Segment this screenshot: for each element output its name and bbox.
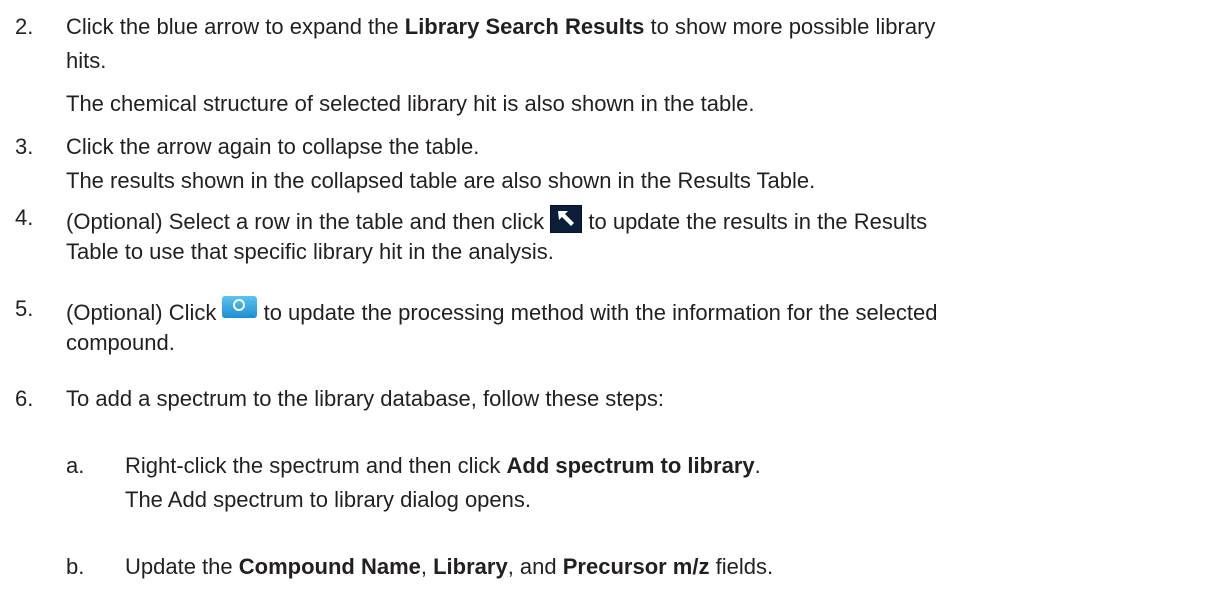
step-text-line: (Optional) Select a row in the table and… — [66, 205, 927, 235]
add-spectrum-to-library-label: Add spectrum to library — [506, 453, 755, 478]
step-text-line: compound. — [66, 330, 175, 355]
step-text-line: To add a spectrum to the library databas… — [66, 386, 664, 411]
step-text-line: Click the arrow again to collapse the ta… — [66, 134, 480, 159]
step-text-line: hits. — [66, 48, 107, 73]
step-number: 6. — [15, 386, 34, 411]
step-text-line: Click the blue arrow to expand the Libra… — [66, 14, 936, 39]
library-search-results-label: Library Search Results — [404, 14, 645, 39]
compound-name-label: Compound Name — [238, 554, 421, 579]
substep-text-line: Update the Compound Name, Library, and P… — [125, 554, 774, 579]
update-method-icon — [222, 296, 258, 318]
substep-text-line: Right-click the spectrum and then click … — [125, 453, 761, 478]
step-text-line: (Optional) Click to update the processin… — [66, 296, 937, 326]
substep-letter: a. — [66, 453, 85, 478]
step-note: The chemical structure of selected libra… — [66, 91, 755, 116]
substep-letter: b. — [66, 554, 85, 579]
step-number: 2. — [15, 14, 34, 39]
substep-text-line: The Add spectrum to library dialog opens… — [125, 487, 532, 512]
step-number: 3. — [15, 134, 34, 159]
step-number: 5. — [15, 296, 34, 321]
select-hit-arrow-icon — [550, 205, 583, 233]
library-label: Library — [433, 554, 508, 579]
step-text-line: Table to use that specific library hit i… — [66, 239, 554, 264]
precursor-mz-label: Precursor m/z — [562, 554, 710, 579]
step-text-line: The results shown in the collapsed table… — [66, 168, 816, 193]
step-number: 4. — [15, 205, 34, 230]
